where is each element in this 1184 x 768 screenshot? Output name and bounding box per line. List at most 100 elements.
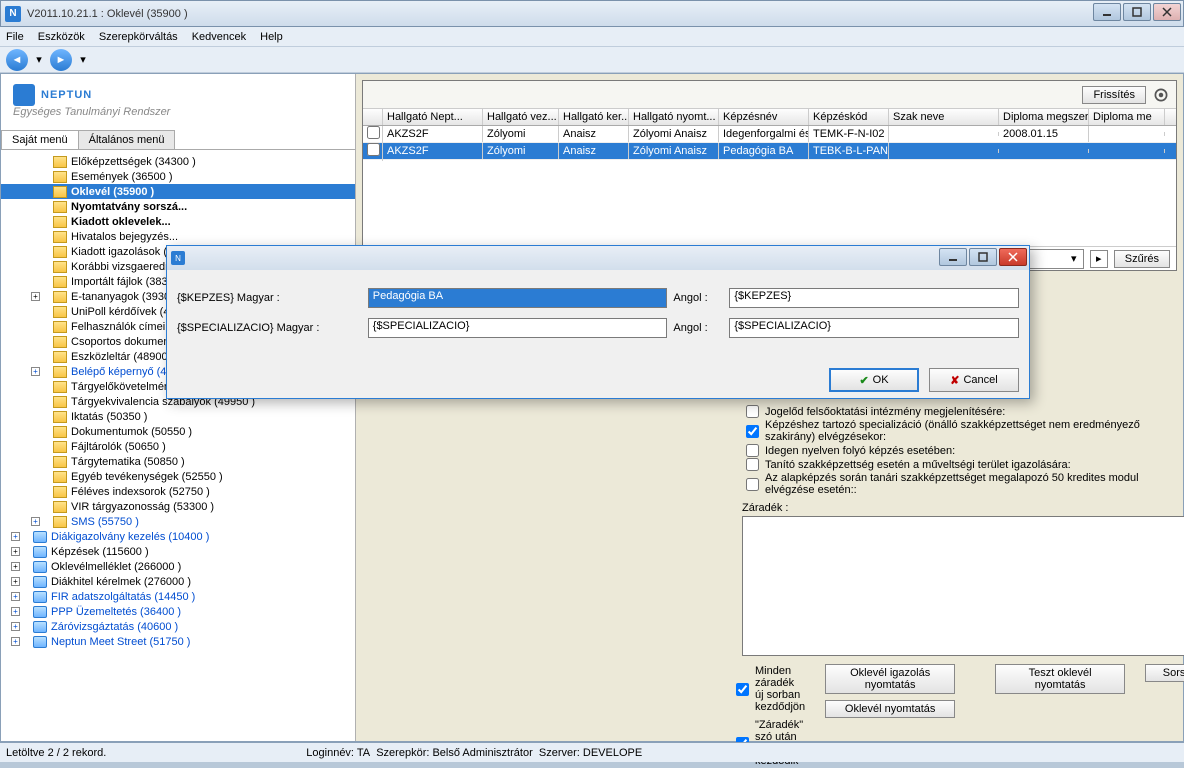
ok-button[interactable]: ✔OK — [829, 368, 919, 392]
expand-icon[interactable]: + — [11, 622, 20, 631]
close-button[interactable] — [1153, 3, 1181, 21]
menu-file[interactable]: File — [6, 31, 24, 43]
tree-item-label: Nyomtatvány sorszá... — [71, 201, 187, 213]
gear-icon[interactable] — [1152, 86, 1170, 104]
tree-item[interactable]: Fájltárolók (50650 ) — [1, 439, 355, 454]
nav-back-dropdown[interactable]: ▾ — [34, 53, 44, 66]
tree-item[interactable]: +Neptun Meet Street (51750 ) — [1, 634, 355, 649]
tree-item[interactable]: + Oklevélmelléklet (266000 ) — [1, 559, 355, 574]
table-cell: TEBK-B-L-PAN — [809, 143, 889, 159]
chk-jogelod[interactable] — [746, 405, 759, 418]
tree-item[interactable]: Iktatás (50350 ) — [1, 409, 355, 424]
tree-item[interactable]: Egyéb tevékenységek (52550 ) — [1, 469, 355, 484]
column-header[interactable]: Hallgató ker... — [559, 109, 629, 125]
tree-item[interactable]: Hivatalos bejegyzés... — [1, 229, 355, 244]
column-header[interactable]: Szak neve — [889, 109, 999, 125]
tree-item-label: FIR adatszolgáltatás (14450 ) — [51, 591, 195, 603]
column-header[interactable]: Hallgató vez... — [483, 109, 559, 125]
expand-icon[interactable]: + — [11, 592, 20, 601]
folder-icon — [53, 411, 67, 423]
tree-item[interactable]: Nyomtatvány sorszá... — [1, 199, 355, 214]
column-header[interactable]: Diploma megszer... — [999, 109, 1089, 125]
expand-icon[interactable]: + — [11, 562, 20, 571]
chk-idegen[interactable] — [746, 444, 759, 457]
dialog-close-button[interactable] — [999, 248, 1027, 266]
tree-item[interactable]: Tárgytematika (50850 ) — [1, 454, 355, 469]
chk-alapkepzes[interactable] — [746, 478, 759, 491]
oklevel-nyomtatas-button[interactable]: Oklevél nyomtatás — [825, 700, 955, 718]
menu-help[interactable]: Help — [260, 31, 283, 43]
menu-szerepkor[interactable]: Szerepkörváltás — [99, 31, 178, 43]
table-row[interactable]: AKZS2FZólyomiAnaiszZólyomi AnaiszPedagóg… — [363, 143, 1176, 160]
nav-forward-dropdown[interactable]: ▾ — [78, 53, 88, 66]
column-header[interactable]: Képzéskód — [809, 109, 889, 125]
status-login: Loginnév: TA — [306, 747, 370, 759]
tree-item-label: VIR tárgyazonosság (53300 ) — [71, 501, 214, 513]
kepzes-magyar-input[interactable]: Pedagógia BA — [368, 288, 668, 308]
tree-item[interactable]: Események (36500 ) — [1, 169, 355, 184]
chk-tanito[interactable] — [746, 458, 759, 471]
tree-item[interactable]: +SMS (55750 ) — [1, 514, 355, 529]
minimize-button[interactable] — [1093, 3, 1121, 21]
expand-icon[interactable]: + — [11, 637, 20, 646]
dialog-maximize-button[interactable] — [969, 248, 997, 266]
refresh-button[interactable]: Frissítés — [1082, 86, 1146, 104]
expand-icon[interactable]: + — [31, 517, 40, 526]
column-header[interactable]: Hallgató nyomt... — [629, 109, 719, 125]
tree-view[interactable]: Előképzettségek (34300 )Események (36500… — [1, 150, 355, 741]
tree-item-label: Kiadott oklevelek... — [71, 216, 171, 228]
tab-sajat-menu[interactable]: Saját menü — [1, 130, 79, 149]
expand-icon[interactable]: + — [31, 367, 40, 376]
chk-minden-zaradek[interactable] — [736, 683, 749, 696]
tree-item[interactable]: +Záróvizsgáztatás (40600 ) — [1, 619, 355, 634]
tree-item[interactable]: +PPP Üzemeltetés (36400 ) — [1, 604, 355, 619]
column-header[interactable] — [363, 109, 383, 125]
menu-eszkozok[interactable]: Eszközök — [38, 31, 85, 43]
dialog-minimize-button[interactable] — [939, 248, 967, 266]
menu-kedvencek[interactable]: Kedvencek — [192, 31, 246, 43]
chk-tanito-label: Tanító szakképzettség esetén a műveltség… — [765, 459, 1071, 471]
maximize-button[interactable] — [1123, 3, 1151, 21]
oklevel-igazolas-button[interactable]: Oklevél igazolás nyomtatás — [825, 664, 955, 694]
column-header[interactable]: Hallgató Nept... — [383, 109, 483, 125]
tree-item[interactable]: VIR tárgyazonosság (53300 ) — [1, 499, 355, 514]
chevron-down-icon[interactable]: ▾ — [1067, 252, 1081, 265]
tree-item[interactable]: Oklevél (35900 ) — [1, 184, 355, 199]
tree-item[interactable]: +Diákigazolvány kezelés (10400 ) — [1, 529, 355, 544]
column-header[interactable]: Diploma me — [1089, 109, 1165, 125]
grid-body[interactable]: AKZS2FZólyomiAnaiszZólyomi AnaiszIdegenf… — [363, 126, 1176, 246]
table-row[interactable]: AKZS2FZólyomiAnaiszZólyomi AnaiszIdegenf… — [363, 126, 1176, 143]
module-icon — [33, 636, 47, 648]
tree-item-label: Oklevélmelléklet (266000 ) — [51, 561, 181, 573]
row-checkbox[interactable] — [367, 143, 380, 156]
expand-icon[interactable]: + — [11, 607, 20, 616]
expand-icon[interactable]: + — [11, 547, 20, 556]
kepzes-angol-input[interactable]: {$KEPZES} — [729, 288, 1019, 308]
nav-forward-button[interactable]: ► — [50, 49, 72, 71]
teszt-oklevel-button[interactable]: Teszt oklevél nyomtatás — [995, 664, 1125, 694]
tree-item[interactable]: Előképzettségek (34300 ) — [1, 154, 355, 169]
filter-button[interactable]: Szűrés — [1114, 250, 1170, 268]
row-checkbox[interactable] — [367, 126, 380, 139]
chk-kepzeshez[interactable] — [746, 425, 759, 438]
expand-icon[interactable]: + — [31, 292, 40, 301]
tree-item[interactable]: + FIR adatszolgáltatás (14450 ) — [1, 589, 355, 604]
column-header[interactable]: Képzésnév — [719, 109, 809, 125]
expand-icon[interactable]: + — [11, 577, 20, 586]
cancel-button[interactable]: ✘Cancel — [929, 368, 1019, 392]
tree-item[interactable]: Dokumentumok (50550 ) — [1, 424, 355, 439]
expand-icon[interactable]: + — [11, 532, 20, 541]
tab-altalanos-menu[interactable]: Általános menü — [78, 130, 176, 149]
nav-back-button[interactable]: ◄ — [6, 49, 28, 71]
tree-item[interactable]: Féléves indexsorok (52750 ) — [1, 484, 355, 499]
tree-item[interactable]: Kiadott oklevelek... — [1, 214, 355, 229]
sorszam-generalas-button[interactable]: Sorszám generálás — [1145, 664, 1184, 682]
tree-item[interactable]: +Képzések (115600 ) — [1, 544, 355, 559]
spec-magyar-input[interactable]: {$SPECIALIZACIO} — [368, 318, 668, 338]
module-icon — [33, 621, 47, 633]
grid-next-button[interactable]: ▸ — [1090, 250, 1108, 268]
dialog-titlebar[interactable]: N — [167, 246, 1029, 270]
zaradek-textarea[interactable] — [742, 516, 1184, 656]
spec-angol-input[interactable]: {$SPECIALIZACIO} — [729, 318, 1019, 338]
tree-item[interactable]: +Diákhitel kérelmek (276000 ) — [1, 574, 355, 589]
